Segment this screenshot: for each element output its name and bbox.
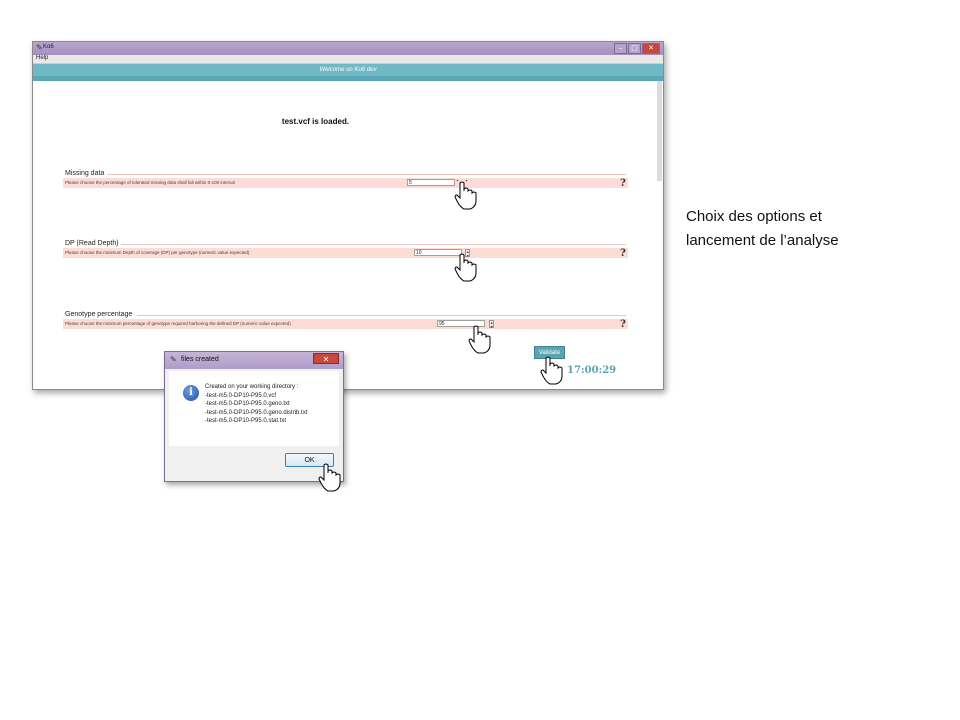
clock: 17:00:29 — [567, 365, 617, 376]
scroll-edge — [657, 81, 662, 181]
panel-description: Please choose the minimum percentage of … — [65, 321, 291, 326]
hand-cursor-icon — [540, 356, 563, 385]
missing-data-input[interactable]: 5 — [407, 179, 455, 186]
message-line: -test-m5.0-DP10-P95.0.stat.txt — [205, 418, 287, 424]
panel-title: Missing data — [65, 170, 105, 177]
message-line: -test-m5.0-DP10-P95.0.geno.distrib.txt — [205, 409, 308, 416]
maximize-button[interactable]: □ — [628, 43, 641, 54]
window-controls: – □ ✕ — [613, 43, 660, 54]
hand-cursor-icon — [454, 253, 477, 282]
divider — [137, 315, 626, 316]
divider — [121, 244, 626, 245]
feather-icon: ✎ — [36, 43, 43, 52]
panel-body: Please choose the minimum percentage of … — [63, 319, 628, 329]
dialog-title: files created — [181, 356, 219, 363]
close-button[interactable]: ✕ — [642, 43, 660, 54]
menu-bar: Help — [33, 55, 663, 64]
slide-caption: Choix des options et lancement de l’anal… — [686, 205, 839, 253]
menu-help[interactable]: Help — [36, 55, 48, 61]
banner-stripe — [33, 76, 663, 81]
message-line: -test-m5.0-DP10-P95.0.vcf — [205, 392, 277, 399]
dialog-message: Created on your working directory : -tes… — [205, 383, 307, 426]
help-icon[interactable]: ? — [620, 319, 629, 330]
title-bar: ✎ Ko6 – □ ✕ — [33, 42, 663, 55]
dialog-content: i Created on your working directory : -t… — [169, 371, 339, 446]
panel-title: Genotype percentage — [65, 311, 133, 318]
panel-description: Please choose the minimum Depth of cover… — [65, 250, 250, 255]
caption-line: lancement de l’analyse — [686, 232, 839, 249]
caption-line: Choix des options et — [686, 208, 822, 225]
hand-cursor-icon — [454, 180, 477, 210]
panel-body: Please choose the percentage of tolerate… — [63, 178, 628, 188]
help-icon[interactable]: ? — [620, 178, 629, 189]
welcome-banner: Welcome on Ko6 dev — [33, 64, 663, 76]
help-icon[interactable]: ? — [620, 248, 629, 259]
hand-cursor-icon — [468, 325, 491, 354]
dialog-title-bar: ✎ files created ✕ — [165, 352, 343, 369]
feather-icon: ✎ — [170, 355, 177, 364]
app-window: ✎ Ko6 – □ ✕ Help Welcome on Ko6 dev test… — [32, 41, 664, 390]
info-icon: i — [183, 385, 199, 401]
minimize-button[interactable]: – — [614, 43, 627, 54]
panel-title: DP (Read Depth) — [65, 240, 119, 247]
panel-description: Please choose the percentage of tolerate… — [65, 180, 235, 185]
panel-body: Please choose the minimum Depth of cover… — [63, 248, 628, 258]
divider — [107, 174, 626, 175]
message-line: -test-m5.0-DP10-P95.0.geno.txt — [205, 401, 290, 407]
hand-cursor-icon — [318, 463, 341, 492]
window-title: Ko6 — [43, 44, 54, 50]
loaded-message: test.vcf is loaded. — [281, 117, 350, 126]
dialog-close-button[interactable]: ✕ — [313, 353, 339, 364]
message-line: Created on your working directory : — [205, 384, 299, 390]
